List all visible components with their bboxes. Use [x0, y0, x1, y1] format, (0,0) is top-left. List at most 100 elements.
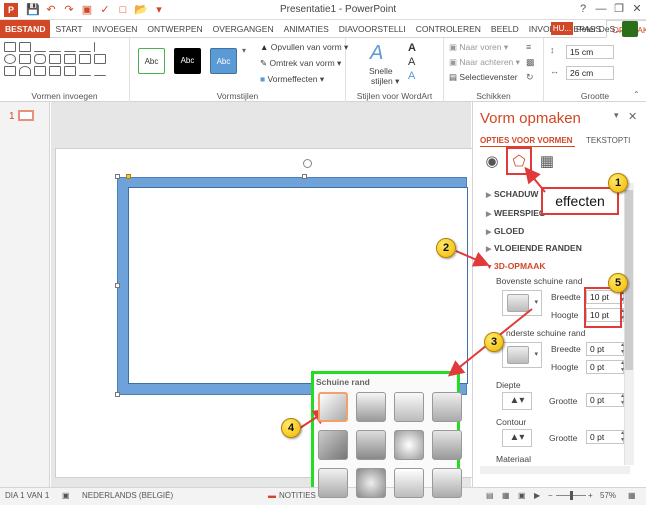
bevel-option[interactable]	[394, 392, 424, 422]
group-icon[interactable]: ▩	[526, 57, 535, 68]
bottom-bevel-dropdown[interactable]: ▾	[502, 342, 542, 368]
style-preset-1[interactable]: Abc	[138, 48, 165, 74]
style-preset-2[interactable]: Abc	[174, 48, 201, 74]
depth-color-dropdown[interactable]: ▲▾	[502, 392, 532, 410]
shape-brace[interactable]	[34, 66, 46, 76]
shape-arrow-right[interactable]	[4, 66, 16, 76]
tab-start[interactable]: START	[50, 20, 87, 38]
contour-size-input[interactable]: 0 pt	[586, 430, 624, 444]
pane-hscrollbar[interactable]	[480, 466, 630, 474]
shape-fill-button[interactable]: ▲ Opvullen van vorm ▾	[260, 42, 348, 53]
resize-handle[interactable]	[115, 392, 120, 397]
tab-controleren[interactable]: CONTROLEREN	[411, 20, 486, 38]
bevel-option[interactable]	[318, 392, 348, 422]
bottom-width-input[interactable]: 0 pt	[586, 342, 624, 356]
maximize-button[interactable]: ❐	[612, 2, 626, 16]
close-button[interactable]: ✕	[630, 2, 644, 16]
selected-shape-body[interactable]	[128, 187, 468, 384]
bottom-height-input[interactable]: 0 pt	[586, 360, 624, 374]
bevel-option[interactable]	[394, 468, 424, 498]
save-icon[interactable]: 💾	[26, 3, 40, 17]
bevel-option[interactable]	[356, 430, 386, 460]
zoom-out-icon[interactable]: −	[548, 491, 553, 500]
shape-hexagon[interactable]	[94, 54, 106, 64]
language-indicator[interactable]: NEDERLANDS (BELGIË)	[82, 491, 173, 500]
section-3d-format[interactable]: ▼3D-OPMAAK	[486, 261, 545, 271]
quick-styles-button[interactable]: Snelle	[369, 66, 393, 76]
redo-icon[interactable]: ↷	[62, 3, 76, 17]
tab-invoegen[interactable]: INVOEGEN	[88, 20, 143, 38]
tab-diavoorstelling[interactable]: DIAVOORSTELLI	[334, 20, 411, 38]
avatar[interactable]	[622, 21, 638, 37]
slide-thumbnail[interactable]	[18, 110, 34, 121]
section-soft-edges[interactable]: ▶ VLOEIENDE RANDEN	[486, 243, 582, 253]
shape-effects-button[interactable]: ■ Vormeffecten ▾	[260, 74, 324, 85]
shape-line[interactable]	[34, 42, 46, 52]
zoom-level[interactable]: 57%	[600, 491, 616, 500]
close-icon[interactable]: ✕	[628, 110, 637, 123]
shapes-gallery[interactable]	[4, 42, 122, 76]
open-icon[interactable]: 📂	[134, 3, 148, 17]
shape-oval[interactable]	[4, 54, 16, 64]
shape-outline-button[interactable]: ✎ Omtrek van vorm ▾	[260, 58, 341, 69]
shape-pentagon[interactable]	[79, 54, 91, 64]
text-fill-icon[interactable]: A	[408, 42, 416, 54]
user-name[interactable]: Peter DeS...	[576, 24, 622, 34]
start-slideshow-icon[interactable]: ▣	[80, 3, 94, 17]
pane-options-icon[interactable]: ▾	[614, 110, 619, 121]
text-effects-icon[interactable]: A	[408, 70, 415, 82]
style-preset-3[interactable]: Abc	[210, 48, 237, 74]
selection-pane-button[interactable]: ▤ Selectievenster	[449, 72, 518, 83]
bring-forward-button[interactable]: ▣ Naar voren ▾	[449, 42, 508, 53]
shape-line[interactable]	[49, 42, 61, 52]
bevel-option[interactable]	[318, 468, 348, 498]
shape-curve[interactable]	[79, 66, 91, 76]
tab-ontwerpen[interactable]: ONTWERPEN	[142, 20, 207, 38]
view-normal-icon[interactable]: ▤	[486, 491, 494, 500]
align-icon[interactable]: ≡	[526, 42, 531, 52]
shape-trapezoid[interactable]	[64, 54, 76, 64]
quick-styles-button-2[interactable]: stijlen ▾	[371, 76, 399, 87]
notes-button[interactable]: NOTITIES	[279, 491, 316, 500]
shape-rect[interactable]	[19, 42, 31, 52]
adjust-handle[interactable]	[126, 174, 131, 179]
powerpoint-icon[interactable]: P	[4, 3, 18, 17]
shape-arrow[interactable]	[64, 42, 76, 52]
section-glow[interactable]: ▶ GLOED	[486, 226, 524, 236]
shape-triangle[interactable]	[49, 54, 61, 64]
size-properties-icon[interactable]: ▦	[537, 152, 557, 172]
shape-arc[interactable]	[19, 66, 31, 76]
send-backward-button[interactable]: ▣ Naar achteren ▾	[449, 57, 520, 68]
shape-arrow[interactable]	[79, 42, 91, 52]
collapse-ribbon-icon[interactable]: ⌃	[633, 90, 640, 99]
undo-icon[interactable]: ↶	[44, 3, 58, 17]
bevel-option[interactable]	[432, 430, 462, 460]
tab-text-options[interactable]: TEKSTOPTI	[586, 136, 630, 145]
resize-handle[interactable]	[115, 174, 120, 179]
gallery-more-icon[interactable]: ▾	[242, 46, 246, 55]
tab-bestand[interactable]: BESTAND	[0, 20, 51, 38]
view-slideshow-icon[interactable]: ▶	[534, 491, 540, 500]
section-shadow[interactable]: ▶ SCHADUW	[486, 189, 538, 199]
text-outline-icon[interactable]: A	[408, 56, 415, 68]
new-icon[interactable]: □	[116, 3, 130, 17]
top-bevel-dropdown[interactable]: ▾	[502, 290, 542, 316]
bevel-option[interactable]	[318, 430, 348, 460]
rotate-icon[interactable]: ↻	[526, 72, 534, 83]
minimize-button[interactable]: —	[594, 2, 608, 16]
shape-rect[interactable]	[19, 54, 31, 64]
bevel-option[interactable]	[432, 468, 462, 498]
depth-size-input[interactable]: 0 pt	[586, 393, 624, 407]
section-reflection[interactable]: ▶ WEERSPIEG	[486, 208, 545, 218]
bevel-option[interactable]	[432, 392, 462, 422]
resize-handle[interactable]	[302, 174, 307, 179]
contour-color-dropdown[interactable]: ▲▾	[502, 429, 532, 447]
fill-line-icon[interactable]: ◉	[482, 152, 502, 172]
tab-overgangen[interactable]: OVERGANGEN	[208, 20, 279, 38]
bevel-option[interactable]	[394, 430, 424, 460]
customize-qat-icon[interactable]: ▾	[152, 3, 166, 17]
height-input[interactable]: 15 cm	[566, 45, 614, 59]
resize-handle[interactable]	[115, 283, 120, 288]
fit-slide-icon[interactable]: ▦	[628, 491, 636, 500]
bevel-option[interactable]	[356, 468, 386, 498]
